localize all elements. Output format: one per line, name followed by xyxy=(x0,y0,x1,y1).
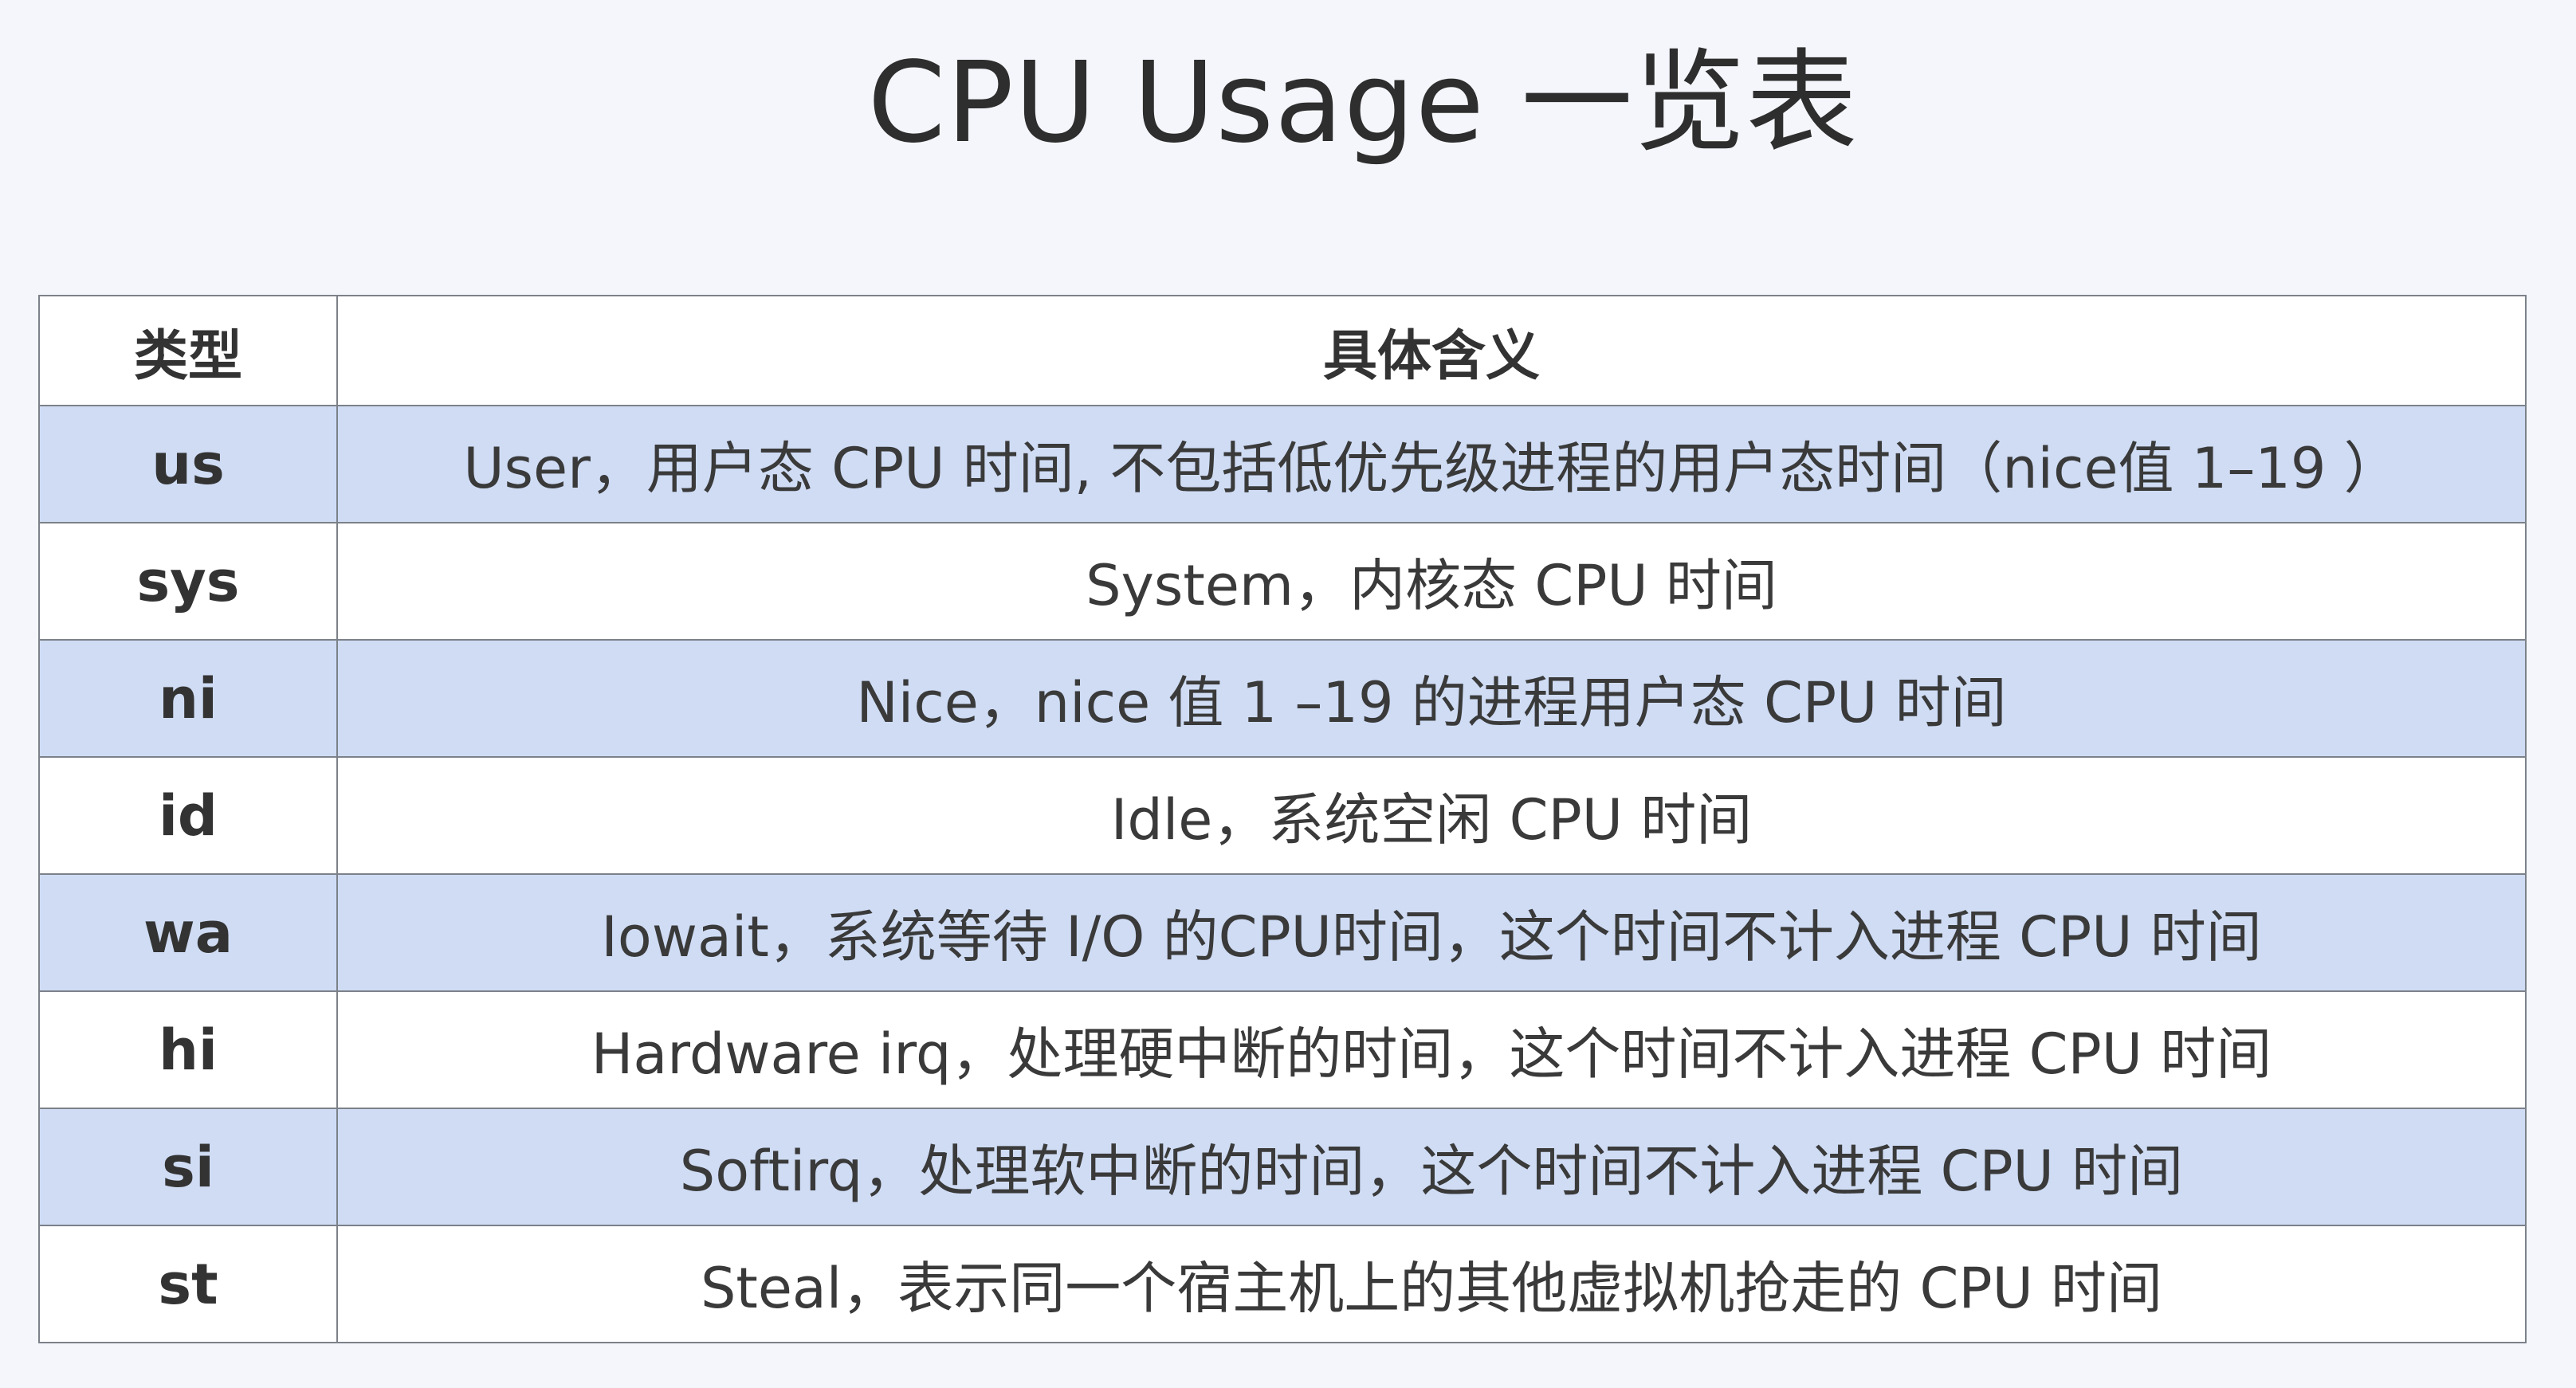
table-row: sys System，内核态 CPU 时间 xyxy=(38,522,2527,641)
row-meaning-id: Idle，系统空闲 CPU 时间 xyxy=(336,756,2527,875)
row-type-sys: sys xyxy=(38,522,338,641)
row-type-us: us xyxy=(38,405,338,523)
table-row: wa Iowait，系统等待 I/O 的CPU时间，这个时间不计入进程 CPU … xyxy=(38,873,2527,992)
row-meaning-hi: Hardware irq，处理硬中断的时间，这个时间不计入进程 CPU 时间 xyxy=(336,990,2527,1109)
header-type: 类型 xyxy=(38,295,338,406)
row-meaning-sys: System，内核态 CPU 时间 xyxy=(336,522,2527,641)
row-type-ni: ni xyxy=(38,639,338,758)
header-meaning: 具体含义 xyxy=(336,295,2527,406)
row-type-hi: hi xyxy=(38,990,338,1109)
row-type-si: si xyxy=(38,1108,338,1226)
row-meaning-wa: Iowait，系统等待 I/O 的CPU时间，这个时间不计入进程 CPU 时间 xyxy=(336,873,2527,992)
table-row: us User，用户态 CPU 时间, 不包括低优先级进程的用户态时间（nice… xyxy=(38,405,2527,523)
cpu-usage-table: 类型 具体含义 us User，用户态 CPU 时间, 不包括低优先级进程的用户… xyxy=(38,295,2527,1343)
row-type-st: st xyxy=(38,1225,338,1343)
table-row: si Softirq，处理软中断的时间，这个时间不计入进程 CPU 时间 xyxy=(38,1108,2527,1226)
row-meaning-ni: Nice，nice 值 1 –19 的进程用户态 CPU 时间 xyxy=(336,639,2527,758)
table-row: hi Hardware irq，处理硬中断的时间，这个时间不计入进程 CPU 时… xyxy=(38,990,2527,1109)
row-type-id: id xyxy=(38,756,338,875)
table-row: id Idle，系统空闲 CPU 时间 xyxy=(38,756,2527,875)
page-title: CPU Usage 一览表 xyxy=(867,38,1859,168)
table-row: st Steal，表示同一个宿主机上的其他虚拟机抢走的 CPU 时间 xyxy=(38,1225,2527,1343)
row-meaning-us: User，用户态 CPU 时间, 不包括低优先级进程的用户态时间（nice值 1… xyxy=(336,405,2527,523)
row-type-wa: wa xyxy=(38,873,338,992)
row-meaning-st: Steal，表示同一个宿主机上的其他虚拟机抢走的 CPU 时间 xyxy=(336,1225,2527,1343)
table-row: ni Nice，nice 值 1 –19 的进程用户态 CPU 时间 xyxy=(38,639,2527,758)
table-header-row: 类型 具体含义 xyxy=(38,295,2527,406)
row-meaning-si: Softirq，处理软中断的时间，这个时间不计入进程 CPU 时间 xyxy=(336,1108,2527,1226)
